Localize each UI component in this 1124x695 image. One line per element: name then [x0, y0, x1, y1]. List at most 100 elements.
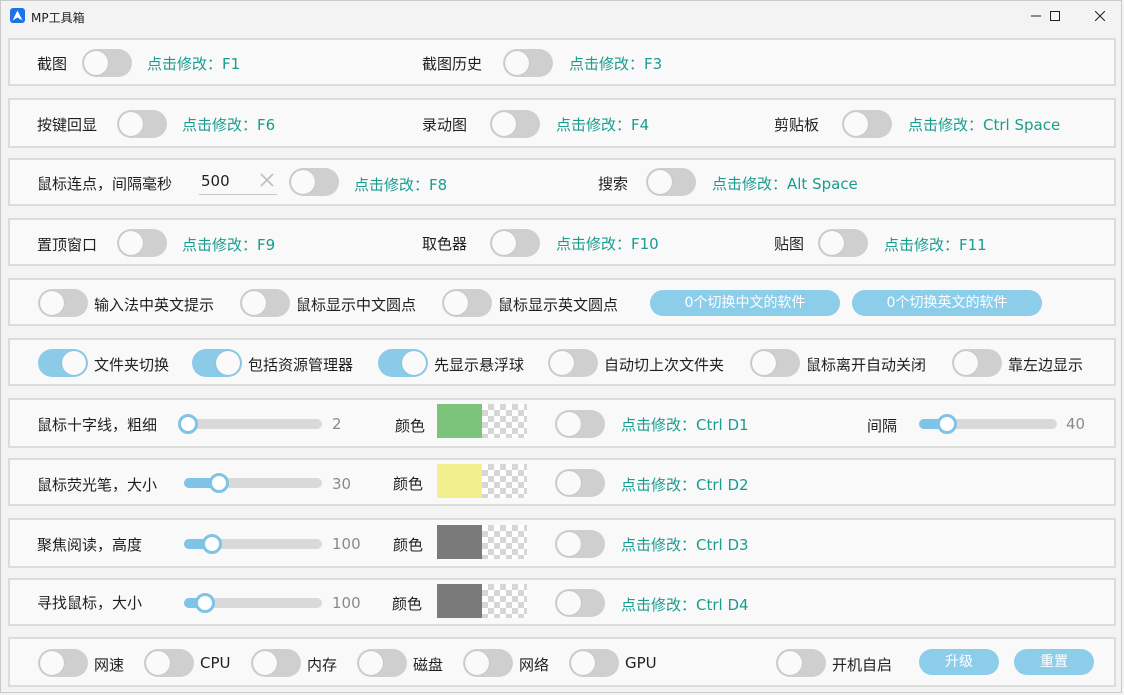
network-toggle[interactable] — [463, 649, 513, 677]
last-folder-label: 自动切上次文件夹 — [604, 356, 725, 374]
app-window: MP工具箱 截图 点击修改：F1 截图历史 点击修改：F3 按键回显 点击修改：… — [0, 0, 1122, 693]
slider-thumb[interactable] — [201, 534, 222, 554]
dot-en-toggle[interactable] — [442, 289, 492, 317]
highlighter-color-swatch[interactable] — [437, 464, 527, 498]
gif-hotkey[interactable]: 点击修改：F4 — [556, 114, 649, 135]
pin-label: 置顶窗口 — [37, 236, 98, 254]
panel-ime: 输入法中英文提示 鼠标显示中文圆点 鼠标显示英文圆点 0个切换中文的软件 0个切… — [8, 278, 1116, 326]
find-label: 寻找鼠标，大小 — [37, 594, 143, 612]
focus-hotkey[interactable]: 点击修改：Ctrl D3 — [621, 534, 749, 555]
dot-cn-label: 鼠标显示中文圆点 — [296, 296, 417, 314]
maximize-button[interactable] — [1032, 1, 1078, 31]
clipboard-hotkey[interactable]: 点击修改：Ctrl Space — [908, 114, 1060, 135]
highlighter-hotkey[interactable]: 点击修改：Ctrl D2 — [621, 474, 749, 495]
autoclick-hotkey[interactable]: 点击修改：F8 — [354, 174, 447, 195]
swatch-alpha — [482, 584, 527, 618]
highlighter-size-slider[interactable] — [184, 473, 322, 493]
crosshair-toggle[interactable] — [555, 410, 605, 438]
disk-label: 磁盘 — [413, 656, 444, 674]
autostart-label: 开机自启 — [832, 656, 893, 674]
crosshair-color-swatch[interactable] — [437, 404, 527, 438]
paste-toggle[interactable] — [818, 229, 868, 257]
app-logo-icon — [10, 8, 25, 23]
find-toggle[interactable] — [555, 589, 605, 617]
net-speed-toggle[interactable] — [38, 649, 88, 677]
picker-label: 取色器 — [422, 235, 468, 253]
screenshot-toggle[interactable] — [82, 49, 132, 77]
cpu-toggle[interactable] — [144, 649, 194, 677]
clear-icon[interactable] — [259, 167, 275, 196]
find-size-slider[interactable] — [184, 593, 322, 613]
cn-apps-button[interactable]: 0个切换中文的软件 — [650, 290, 840, 316]
gap-slider[interactable] — [919, 414, 1057, 434]
gpu-toggle[interactable] — [569, 649, 619, 677]
slider-thumb[interactable] — [194, 593, 215, 613]
keyecho-toggle[interactable] — [117, 110, 167, 138]
explorer-toggle[interactable] — [192, 349, 242, 377]
autoclick-toggle[interactable] — [289, 168, 339, 196]
reset-button[interactable]: 重置 — [1014, 649, 1094, 675]
float-ball-toggle[interactable] — [378, 349, 428, 377]
auto-close-toggle[interactable] — [750, 349, 800, 377]
find-color-swatch[interactable] — [437, 584, 527, 618]
net-speed-label: 网速 — [94, 656, 125, 674]
search-toggle[interactable] — [646, 168, 696, 196]
picker-toggle[interactable] — [490, 229, 540, 257]
panel-monitor: 网速 CPU 内存 磁盘 网络 GPU 开机自启 升级 重置 — [8, 637, 1116, 687]
paste-label: 贴图 — [774, 235, 805, 253]
focus-toggle[interactable] — [555, 530, 605, 558]
highlighter-toggle[interactable] — [555, 469, 605, 497]
gif-label: 录动图 — [422, 116, 468, 134]
en-apps-button[interactable]: 0个切换英文的软件 — [852, 290, 1042, 316]
left-side-toggle[interactable] — [952, 349, 1002, 377]
swatch-alpha — [482, 525, 527, 559]
slider-thumb[interactable] — [178, 414, 198, 434]
dot-cn-toggle[interactable] — [240, 289, 290, 317]
history-label: 截图历史 — [422, 55, 483, 73]
history-toggle[interactable] — [503, 49, 553, 77]
gap-label: 间隔 — [867, 417, 898, 435]
search-label: 搜索 — [598, 175, 629, 193]
autostart-toggle[interactable] — [776, 649, 826, 677]
search-hotkey[interactable]: 点击修改：Alt Space — [712, 173, 858, 194]
clipboard-toggle[interactable] — [842, 110, 892, 138]
pin-toggle[interactable] — [117, 229, 167, 257]
history-hotkey[interactable]: 点击修改：F3 — [569, 53, 662, 74]
picker-hotkey[interactable]: 点击修改：F10 — [556, 233, 659, 254]
swatch-alpha — [482, 464, 527, 498]
gap-value: 40 — [1066, 415, 1086, 433]
pin-hotkey[interactable]: 点击修改：F9 — [182, 234, 275, 255]
crosshair-label: 鼠标十字线，粗细 — [37, 416, 158, 434]
close-button[interactable] — [1077, 1, 1123, 31]
focus-height-value: 100 — [332, 535, 361, 553]
slider-thumb[interactable] — [208, 473, 229, 493]
disk-toggle[interactable] — [357, 649, 407, 677]
crosshair-thickness-value: 2 — [332, 415, 342, 433]
panel-focus: 聚焦阅读，高度 100 颜色 点击修改：Ctrl D3 — [8, 518, 1116, 568]
slider-thumb[interactable] — [936, 414, 957, 434]
last-folder-toggle[interactable] — [548, 349, 598, 377]
dot-en-label: 鼠标显示英文圆点 — [498, 296, 619, 314]
keyecho-hotkey[interactable]: 点击修改：F6 — [182, 114, 275, 135]
ime-hint-toggle[interactable] — [38, 289, 88, 317]
find-hotkey[interactable]: 点击修改：Ctrl D4 — [621, 594, 749, 615]
panel-crosshair: 鼠标十字线，粗细 2 颜色 点击修改：Ctrl D1 间隔 40 — [8, 398, 1116, 448]
focus-color-swatch[interactable] — [437, 525, 527, 559]
autoclick-label: 鼠标连点，间隔毫秒 — [37, 175, 173, 193]
panel-highlighter: 鼠标荧光笔，大小 30 颜色 点击修改：Ctrl D2 — [8, 458, 1116, 506]
find-color-label: 颜色 — [392, 595, 423, 613]
gif-toggle[interactable] — [490, 110, 540, 138]
interval-input[interactable]: 500 — [199, 168, 277, 195]
upgrade-button[interactable]: 升级 — [919, 649, 999, 675]
memory-toggle[interactable] — [251, 649, 301, 677]
highlighter-size-value: 30 — [332, 475, 352, 493]
interval-value: 500 — [201, 172, 230, 190]
crosshair-hotkey[interactable]: 点击修改：Ctrl D1 — [621, 414, 749, 435]
screenshot-hotkey[interactable]: 点击修改：F1 — [147, 53, 240, 74]
focus-height-slider[interactable] — [184, 534, 322, 554]
swatch-alpha — [482, 404, 527, 438]
paste-hotkey[interactable]: 点击修改：F11 — [884, 234, 987, 255]
folder-switch-toggle[interactable] — [38, 349, 88, 377]
crosshair-thickness-slider[interactable] — [178, 414, 322, 434]
swatch-color — [437, 464, 482, 498]
